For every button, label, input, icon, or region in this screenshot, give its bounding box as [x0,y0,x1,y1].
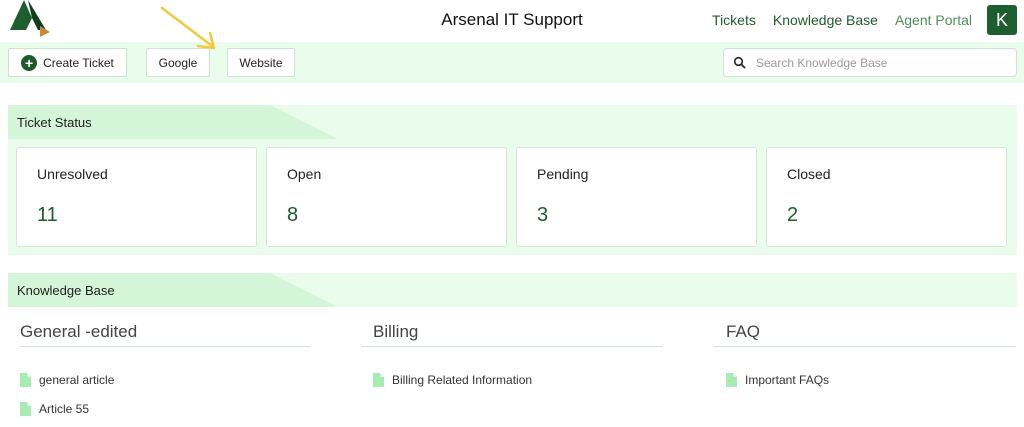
create-ticket-button[interactable]: + Create Ticket [8,48,127,77]
kb-category-title[interactable]: Billing [373,322,663,346]
kb-article-item[interactable]: general article [20,365,310,394]
kb-article-label: Important FAQs [745,372,830,387]
ticket-status-header: Ticket Status [8,105,1017,139]
avatar[interactable]: K [987,5,1017,35]
nav-tickets[interactable]: Tickets [712,12,756,28]
ticket-status-heading: Ticket Status [17,115,92,130]
ticket-status-section: Ticket Status Unresolved 11 Open 8 Pendi… [8,105,1017,255]
knowledge-base-heading: Knowledge Base [17,283,115,298]
kb-article-item[interactable]: Article 55 [20,394,310,423]
toolbar: + Create Ticket Google Website [0,42,1024,83]
knowledge-base-header: Knowledge Base [8,273,1017,307]
document-icon [20,372,31,387]
status-card-pending[interactable]: Pending 3 [516,147,757,247]
website-button[interactable]: Website [227,48,295,77]
status-label: Pending [537,166,589,182]
status-label: Open [287,166,322,182]
status-count: 8 [287,204,299,226]
create-ticket-label: Create Ticket [43,55,114,70]
document-icon [726,372,737,387]
google-button[interactable]: Google [146,48,210,77]
kb-category-title[interactable]: General -edited [20,322,310,346]
kb-category-general: General -edited general article Article … [20,322,310,423]
plus-circle-icon: + [21,54,38,71]
status-label: Unresolved [37,166,108,182]
kb-article-item[interactable]: Important FAQs [726,365,1016,394]
status-card-unresolved[interactable]: Unresolved 11 [16,147,257,247]
search-input[interactable] [756,55,1006,70]
status-cards: Unresolved 11 Open 8 Pending 3 Closed 2 [16,147,1007,247]
document-icon [373,372,384,387]
status-label: Closed [787,166,831,182]
status-count: 3 [537,204,549,226]
kb-article-label: general article [39,372,115,387]
kb-article-label: Article 55 [39,401,90,416]
kb-category-billing: Billing Billing Related Information [361,322,663,394]
status-count: 2 [787,204,799,226]
status-card-open[interactable]: Open 8 [266,147,507,247]
status-card-closed[interactable]: Closed 2 [766,147,1007,247]
top-header: Arsenal IT Support Tickets Knowledge Bas… [0,0,1024,42]
kb-category-title[interactable]: FAQ [726,322,1016,346]
nav-agent-portal[interactable]: Agent Portal [895,12,972,28]
arrow-annotation [160,6,216,50]
status-count: 11 [37,204,58,226]
google-label: Google [158,55,198,70]
search-box[interactable] [723,48,1017,77]
kb-article-item[interactable]: Billing Related Information [373,365,663,394]
knowledge-base-section: Knowledge Base [8,273,1017,307]
kb-category-faq: FAQ Important FAQs [714,322,1016,394]
website-label: Website [239,55,283,70]
kb-article-label: Billing Related Information [392,372,533,387]
top-nav: Tickets Knowledge Base Agent Portal [712,12,972,28]
document-icon [20,401,31,416]
search-icon [733,56,746,69]
nav-knowledge-base[interactable]: Knowledge Base [773,12,878,28]
